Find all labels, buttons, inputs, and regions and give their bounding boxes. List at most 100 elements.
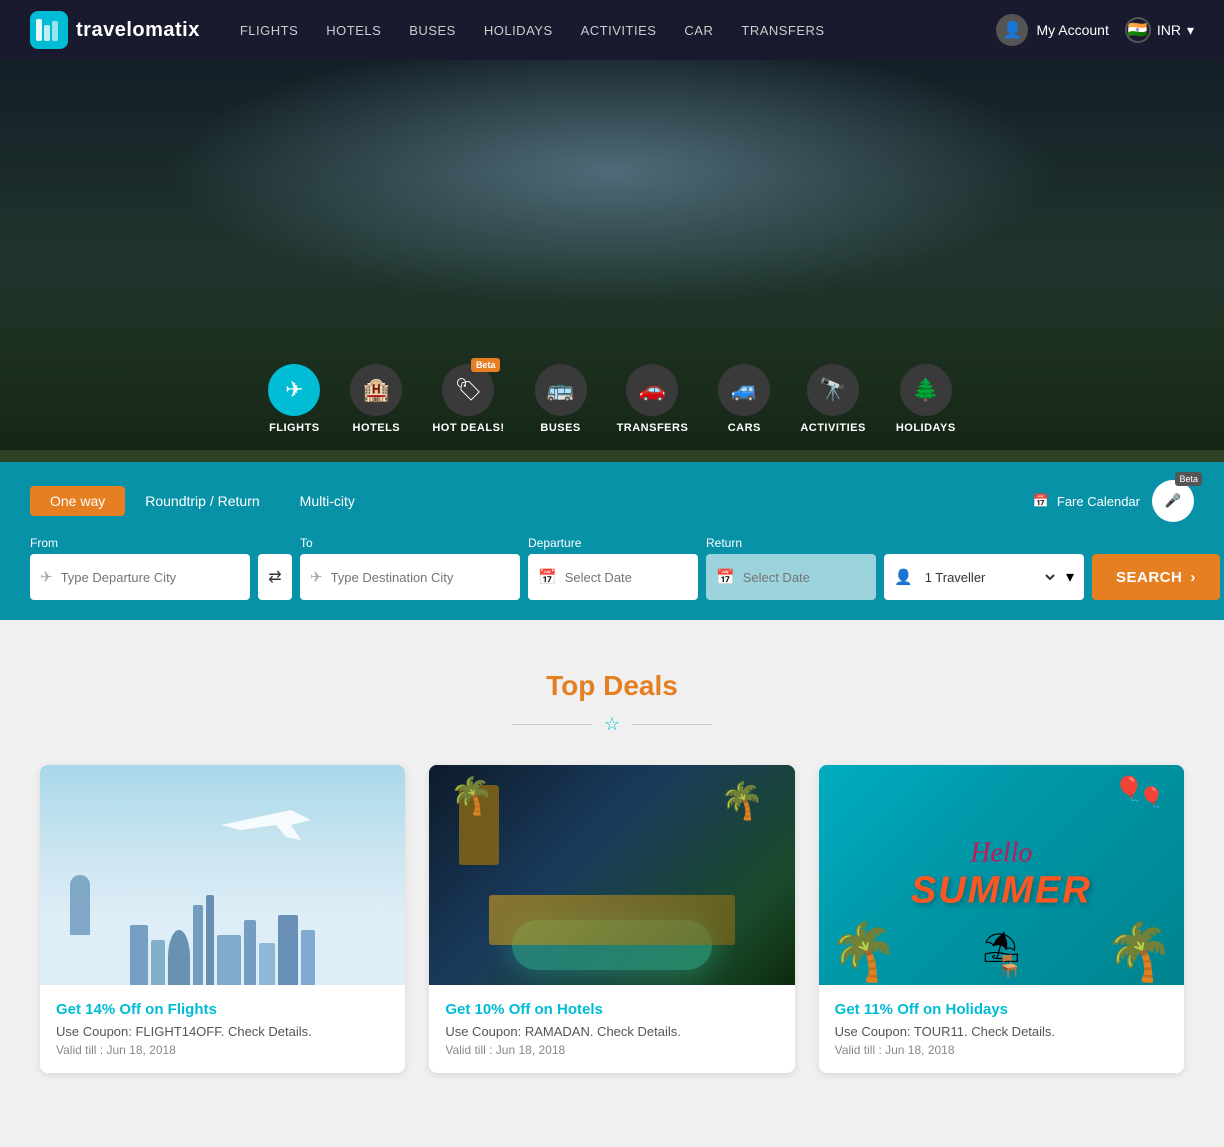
category-buses[interactable]: 🚌 BUSES — [535, 364, 587, 434]
hotdeals-icon: 🏷 — [454, 377, 482, 403]
nav-transfers[interactable]: TRANSFERS — [741, 23, 824, 38]
to-field-group: To ✈ — [300, 536, 520, 600]
plane-depart-icon: ✈ — [40, 568, 53, 586]
deal-image-hotels: 🌴 🌴 — [429, 765, 794, 985]
calendar-icon: 📅 — [1033, 493, 1049, 509]
search-arrow-icon: › — [1190, 569, 1196, 586]
traveller-select[interactable]: 1 Traveller — [921, 569, 1058, 586]
header: travelomatix FLIGHTS HOTELS BUSES HOLIDA… — [0, 0, 1224, 60]
mic-icon: 🎤 — [1165, 493, 1182, 509]
person-icon: 👤 — [894, 568, 913, 586]
palm-left: 🌴 — [829, 919, 899, 985]
buses-icon: 🚌 — [547, 377, 574, 403]
deal-image-flights — [40, 765, 405, 985]
deal-card-holidays[interactable]: Hello SUMMER 🌴 🌴 🎈 🎈 ⛱ 🪑 Get 11% Off on … — [819, 765, 1184, 1073]
deal-title-hotels: Get 10% Off on Hotels — [445, 1001, 778, 1018]
nav-activities[interactable]: ACTIVITIES — [581, 23, 657, 38]
my-account-button[interactable]: 👤 My Account — [996, 14, 1108, 46]
return-input[interactable] — [743, 570, 866, 585]
search-btn-label: SEARCH — [1116, 569, 1182, 586]
search-button[interactable]: SEARCH › — [1092, 554, 1220, 600]
activities-icon: 🔭 — [819, 377, 846, 403]
fare-calendar-button[interactable]: 📅 Fare Calendar — [1033, 493, 1140, 509]
deal-title-holidays: Get 11% Off on Holidays — [835, 1001, 1168, 1018]
logo-icon — [30, 11, 68, 49]
deal-info-hotels: Get 10% Off on Hotels Use Coupon: RAMADA… — [429, 985, 794, 1073]
header-right: 👤 My Account 🇮🇳 INR ▾ — [996, 14, 1194, 46]
nav-buses[interactable]: BUSES — [409, 23, 456, 38]
city-skyline — [40, 895, 405, 985]
logo[interactable]: travelomatix — [30, 11, 200, 49]
search-box: One way Roundtrip / Return Multi-city 📅 … — [0, 462, 1224, 620]
deal-card-hotels[interactable]: 🌴 🌴 Get 10% Off on Hotels Use Coupon: RA… — [429, 765, 794, 1073]
statue-shape — [70, 875, 90, 935]
hotdeals-label: HOT DEALS! — [432, 422, 504, 434]
section-header: Top Deals ☆ — [40, 670, 1184, 735]
hotels-label: HOTELS — [353, 422, 401, 434]
transfers-label: TRANSFERS — [617, 422, 689, 434]
to-input[interactable] — [331, 570, 510, 585]
hotels-icon: 🏨 — [363, 377, 390, 403]
category-activities[interactable]: 🔭 ACTIVITIES — [800, 364, 866, 434]
category-flights[interactable]: ✈ FLIGHTS — [268, 364, 320, 434]
activities-icon-wrap: 🔭 — [807, 364, 859, 416]
summer-text: SUMMER — [911, 870, 1092, 913]
flights-label: FLIGHTS — [269, 422, 320, 434]
holidays-label: HOLIDAYS — [896, 422, 956, 434]
from-input[interactable] — [61, 570, 240, 585]
transfers-icon: 🚗 — [639, 377, 666, 403]
voice-button[interactable]: Beta 🎤 — [1152, 480, 1194, 522]
to-label: To — [300, 536, 520, 550]
traveller-chevron: ▾ — [1066, 567, 1074, 587]
return-field-group: Return 📅 — [706, 536, 876, 600]
deal-valid-flights: Valid till : Jun 18, 2018 — [56, 1043, 389, 1057]
category-transfers[interactable]: 🚗 TRANSFERS — [617, 364, 689, 434]
category-hotdeals[interactable]: Beta 🏷 HOT DEALS! — [432, 364, 504, 434]
cars-icon: 🚙 — [731, 377, 758, 403]
palm-right: 🌴 — [1104, 919, 1174, 985]
transfers-icon-wrap: 🚗 — [626, 364, 678, 416]
cars-label: CARS — [728, 422, 761, 434]
roundtrip-tab[interactable]: Roundtrip / Return — [125, 486, 279, 516]
currency-selector[interactable]: 🇮🇳 INR ▾ — [1125, 17, 1194, 43]
lounge-chair: 🪑 — [996, 954, 1023, 980]
one-way-tab[interactable]: One way — [30, 486, 125, 516]
nav-holidays[interactable]: HOLIDAYS — [484, 23, 553, 38]
buses-icon-wrap: 🚌 — [535, 364, 587, 416]
brand-name: travelomatix — [76, 19, 200, 42]
deal-info-holidays: Get 11% Off on Holidays Use Coupon: TOUR… — [819, 985, 1184, 1073]
search-fields: From ✈ ⇄ To ✈ Departure 📅 — [30, 536, 1194, 600]
deal-desc-hotels: Use Coupon: RAMADAN. Check Details. — [445, 1024, 778, 1039]
nav-car[interactable]: CAR — [684, 23, 713, 38]
deal-title-flights: Get 14% Off on Flights — [56, 1001, 389, 1018]
palm-tree-emoji-2: 🌴 — [720, 780, 765, 822]
from-label: From — [30, 536, 250, 550]
search-button-group: SEARCH › — [1092, 536, 1220, 600]
category-holidays[interactable]: 🌲 HOLIDAYS — [896, 364, 956, 434]
beta-label: Beta — [1175, 472, 1202, 486]
category-hotels[interactable]: 🏨 HOTELS — [350, 364, 402, 434]
country-flag: 🇮🇳 — [1125, 17, 1151, 43]
deal-valid-holidays: Valid till : Jun 18, 2018 — [835, 1043, 1168, 1057]
deal-card-flights[interactable]: Get 14% Off on Flights Use Coupon: FLIGH… — [40, 765, 405, 1073]
calendar-departure-icon: 📅 — [538, 568, 557, 586]
new-badge: Beta — [471, 358, 501, 372]
my-account-label: My Account — [1036, 22, 1108, 38]
hello-text: Hello — [911, 838, 1092, 870]
deal-image-holidays: Hello SUMMER 🌴 🌴 🎈 🎈 ⛱ 🪑 — [819, 765, 1184, 985]
departure-input[interactable] — [565, 570, 688, 585]
currency-label: INR — [1157, 22, 1181, 38]
flights-icon-wrap: ✈ — [268, 364, 320, 416]
nav-flights[interactable]: FLIGHTS — [240, 23, 298, 38]
traveller-select-wrap: 👤 1 Traveller ▾ — [884, 554, 1084, 600]
departure-input-wrap: 📅 — [528, 554, 698, 600]
category-cars[interactable]: 🚙 CARS — [718, 364, 770, 434]
departure-label: Departure — [528, 536, 698, 550]
swap-cities-button[interactable]: ⇄ — [258, 554, 292, 600]
nav-hotels[interactable]: HOTELS — [326, 23, 381, 38]
deal-desc-holidays: Use Coupon: TOUR11. Check Details. — [835, 1024, 1168, 1039]
activities-label: ACTIVITIES — [800, 422, 866, 434]
traveller-field-group: 👤 1 Traveller ▾ — [884, 536, 1084, 600]
deal-valid-hotels: Valid till : Jun 18, 2018 — [445, 1043, 778, 1057]
multicity-tab[interactable]: Multi-city — [280, 486, 375, 516]
